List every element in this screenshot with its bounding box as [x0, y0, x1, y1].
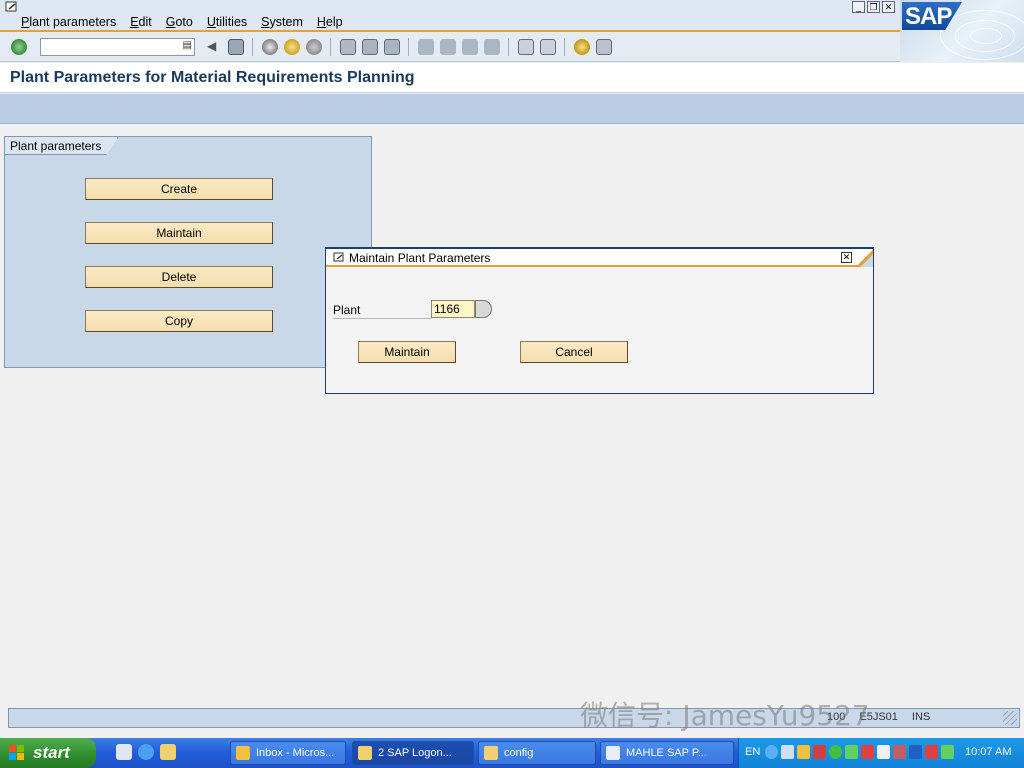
create-button[interactable]: Create: [85, 178, 273, 200]
previous-page-icon[interactable]: [440, 39, 456, 55]
task-config-label: config: [504, 747, 534, 759]
command-field[interactable]: ▤: [40, 38, 195, 56]
tray-user-icon[interactable]: [781, 745, 794, 759]
clock[interactable]: 10:07 AM: [965, 746, 1011, 758]
tray-arrow-icon[interactable]: [765, 745, 778, 759]
task-sap-logon[interactable]: 2 SAP Logon...: [352, 741, 474, 765]
task-sap-logon-label: 2 SAP Logon...: [378, 747, 452, 759]
tray-chat-icon[interactable]: [829, 745, 842, 759]
menu-system[interactable]: System: [261, 15, 303, 29]
application-toolbar: [0, 94, 1024, 124]
watermark-text: 微信号: JamesYu9527: [580, 699, 870, 732]
shortcut-icon[interactable]: [540, 39, 556, 55]
windows-taskbar: start Inbox - Micros... 2 SAP Logon... c…: [0, 738, 1024, 768]
standard-toolbar: ▤ ◀: [0, 32, 900, 62]
quick-launch: [116, 744, 176, 760]
tray-check-icon[interactable]: [845, 745, 858, 759]
sap-task-icon: [358, 746, 372, 760]
task-inbox-label: Inbox - Micros...: [256, 747, 335, 759]
ie-icon[interactable]: [138, 744, 154, 760]
system-tray: EN 10:07 AM: [738, 738, 1024, 768]
page-title: Plant Parameters for Material Requiremen…: [10, 69, 415, 86]
menu-goto[interactable]: Goto: [166, 15, 193, 29]
start-button[interactable]: start: [0, 738, 96, 768]
task-inbox[interactable]: Inbox - Micros...: [230, 741, 346, 765]
sap-logo-text: SAP: [905, 3, 952, 30]
find-next-icon[interactable]: [384, 39, 400, 55]
plant-label: Plant: [333, 303, 431, 319]
minimize-button[interactable]: _: [852, 1, 865, 13]
layout-menu-icon[interactable]: [596, 39, 612, 55]
dialog-corner: [857, 249, 873, 267]
menu-edit[interactable]: Edit: [130, 15, 152, 29]
tray-shield-icon[interactable]: [925, 745, 938, 759]
help-icon[interactable]: [574, 39, 590, 55]
tray-bluetooth-icon[interactable]: [909, 745, 922, 759]
new-session-icon[interactable]: [518, 39, 534, 55]
desktop-icon[interactable]: [116, 744, 132, 760]
copy-button[interactable]: Copy: [85, 310, 273, 332]
plant-input[interactable]: [431, 300, 475, 318]
menu-utilities[interactable]: Utilities: [207, 15, 247, 29]
status-mode: INS: [911, 711, 931, 723]
window-controls: _ ❐ ✕: [852, 1, 895, 13]
first-page-icon[interactable]: [418, 39, 434, 55]
maintain-plant-dialog: Maintain Plant Parameters ✕ Plant Mainta…: [325, 247, 874, 394]
maintain-button[interactable]: Maintain: [85, 222, 273, 244]
enter-icon[interactable]: [11, 39, 27, 55]
command-history-icon[interactable]: ▤: [183, 40, 192, 51]
resize-grip[interactable]: [1003, 711, 1017, 725]
menu-items: Plant parameters Edit Goto Utilities Sys…: [14, 15, 350, 29]
exit-icon[interactable]: [284, 39, 300, 55]
tray-clock-icon[interactable]: [797, 745, 810, 759]
next-page-icon[interactable]: [462, 39, 478, 55]
start-label: start: [33, 743, 70, 762]
dialog-titlebar: Maintain Plant Parameters ✕: [326, 249, 873, 267]
task-mahle[interactable]: MAHLE SAP P...: [600, 741, 734, 765]
folder-task-icon: [484, 746, 498, 760]
language-indicator[interactable]: EN: [745, 746, 760, 758]
tray-chart-icon[interactable]: [861, 745, 874, 759]
word-icon: [606, 746, 620, 760]
menu-plant-parameters[interactable]: Plant parameters: [21, 15, 116, 29]
tray-icons: [765, 745, 954, 759]
restore-button[interactable]: ❐: [867, 1, 880, 13]
dialog-maintain-button[interactable]: Maintain: [358, 341, 456, 363]
tray-network-icon[interactable]: [813, 745, 826, 759]
outlook-icon: [236, 746, 250, 760]
save-icon[interactable]: [228, 39, 244, 55]
dialog-system-icon[interactable]: [333, 252, 346, 263]
delete-button[interactable]: Delete: [85, 266, 273, 288]
task-mahle-label: MAHLE SAP P...: [626, 747, 707, 759]
system-menu-icon[interactable]: [5, 1, 19, 13]
last-page-icon[interactable]: [484, 39, 500, 55]
windows-logo-icon: [9, 745, 24, 760]
plant-parameters-group: Plant parameters Create Maintain Delete …: [4, 136, 372, 368]
find-icon[interactable]: [362, 39, 378, 55]
cancel-icon[interactable]: [306, 39, 322, 55]
dialog-title: Maintain Plant Parameters: [349, 251, 491, 265]
close-window-button[interactable]: ✕: [882, 1, 895, 13]
task-config[interactable]: config: [478, 741, 596, 765]
back-icon[interactable]: [262, 39, 278, 55]
dialog-cancel-button[interactable]: Cancel: [520, 341, 628, 363]
back-arrow-icon[interactable]: ◀: [207, 39, 223, 55]
folder-icon[interactable]: [160, 744, 176, 760]
plant-search-help-icon[interactable]: [475, 300, 492, 318]
tray-monitor-icon[interactable]: [893, 745, 906, 759]
dialog-close-icon[interactable]: ✕: [841, 252, 852, 263]
menu-help[interactable]: Help: [317, 15, 343, 29]
title-bar: Plant Parameters for Material Requiremen…: [0, 63, 1024, 93]
group-title: Plant parameters: [5, 137, 118, 155]
menu-bar: Plant parameters Edit Goto Utilities Sys…: [0, 0, 1024, 32]
sap-logo: SAP: [900, 0, 1024, 62]
tray-wireless-icon[interactable]: [877, 745, 890, 759]
tray-wifi-icon[interactable]: [941, 745, 954, 759]
print-icon[interactable]: [340, 39, 356, 55]
